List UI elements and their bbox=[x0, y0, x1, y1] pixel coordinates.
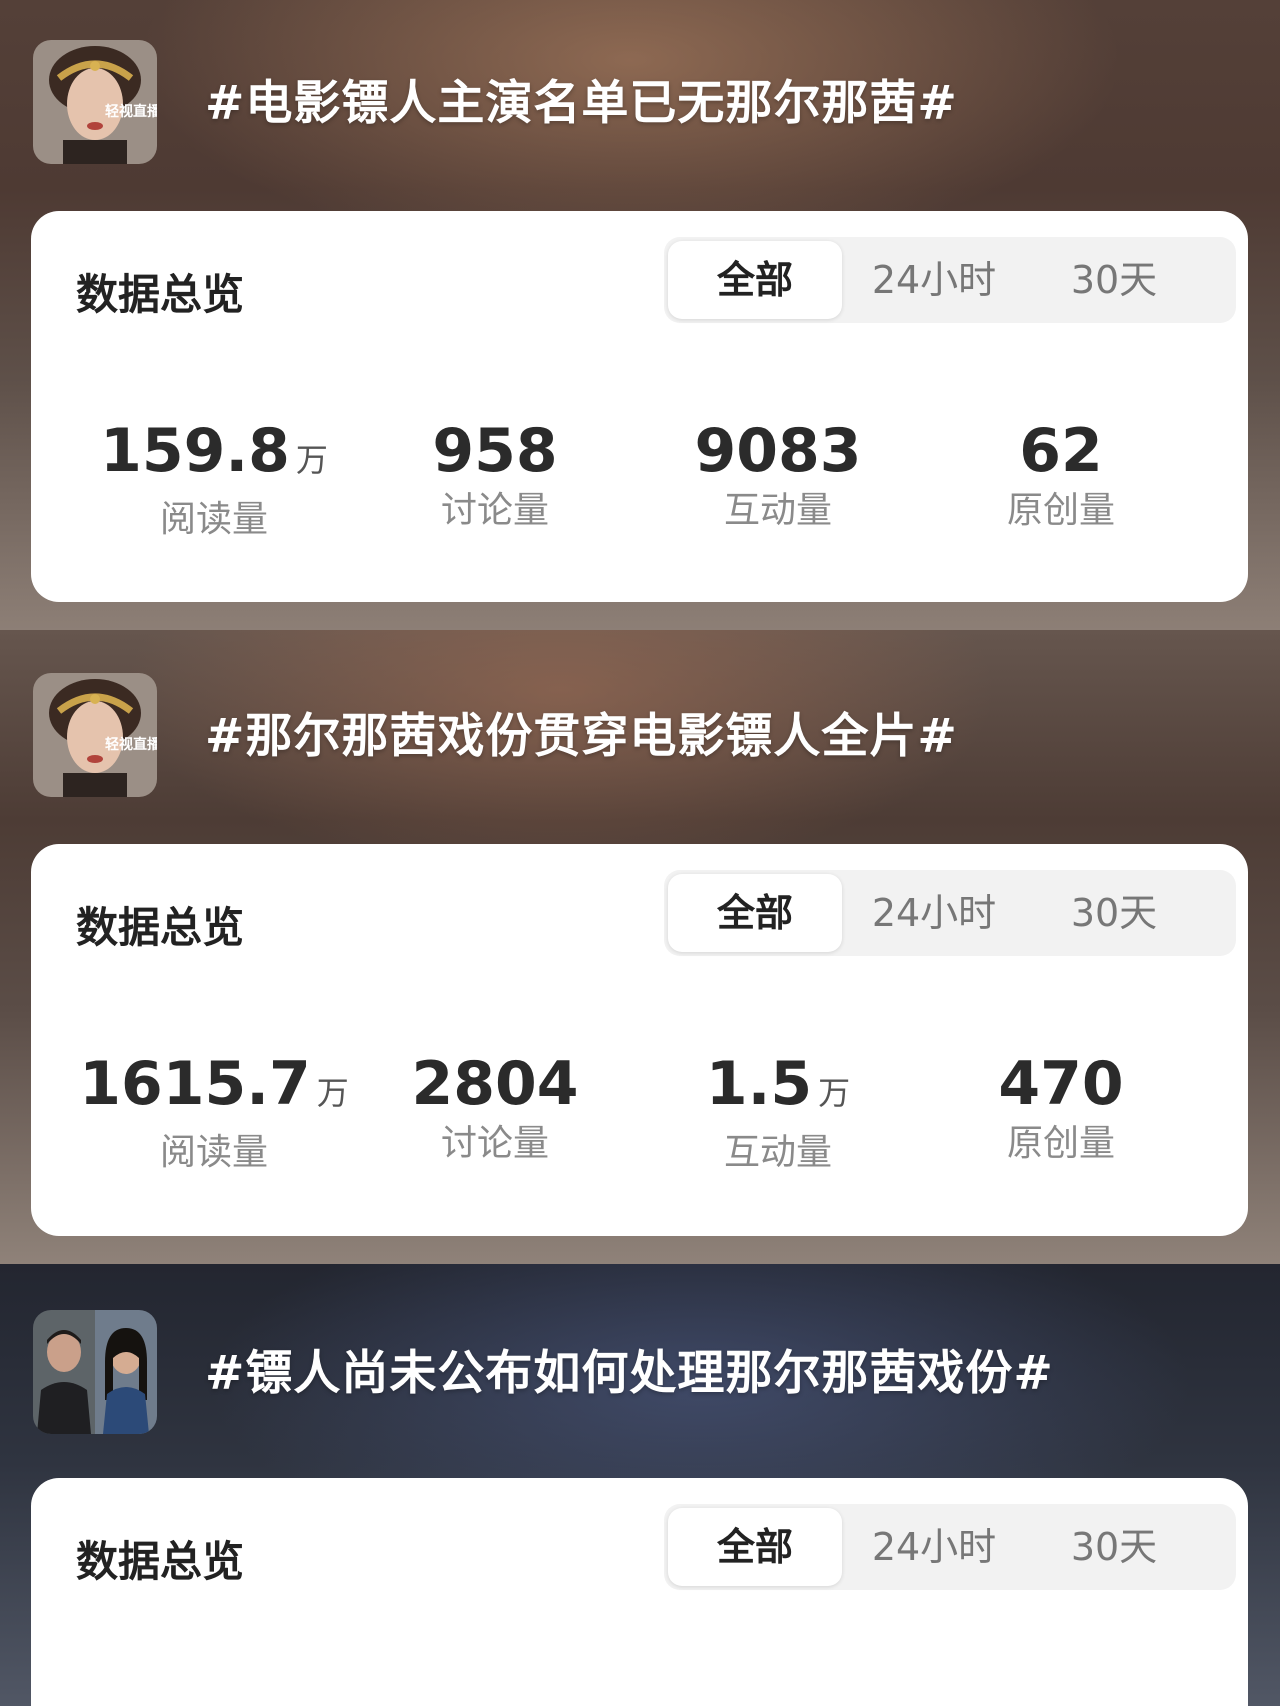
topic-section-2: 轻视直播 #那尔那茜戏份贯穿电影镖人全片# 数据总览 全部 24小时 30天 1… bbox=[0, 630, 1280, 1264]
data-overview-card: 数据总览 全部 24小时 30天 1615.7 万 阅读量 2804 讨论量 1.… bbox=[31, 844, 1248, 1236]
stat-discussions: 2804 讨论量 bbox=[355, 1049, 635, 1169]
tab-24h[interactable]: 24小时 bbox=[844, 241, 1024, 319]
stat-unit: 万 bbox=[818, 1074, 851, 1112]
stat-label: 互动量 bbox=[723, 1132, 832, 1173]
stat-value: 62 bbox=[1019, 416, 1103, 486]
avatar-image: 轻视直播 bbox=[33, 673, 157, 797]
tab-30d[interactable]: 30天 bbox=[1024, 874, 1204, 952]
avatar-image bbox=[33, 1310, 157, 1434]
stat-label: 讨论量 bbox=[440, 1123, 549, 1164]
stat-value: 2804 bbox=[411, 1049, 579, 1119]
stat-unit: 万 bbox=[295, 441, 328, 479]
tab-24h[interactable]: 24小时 bbox=[844, 874, 1024, 952]
avatar-image: 轻视直播 bbox=[33, 40, 157, 164]
stat-value: 159.8 bbox=[100, 416, 290, 486]
card-title: 数据总览 bbox=[76, 903, 245, 952]
topic-avatar[interactable]: 轻视直播 bbox=[33, 673, 157, 797]
stat-originals: 62 原创量 bbox=[921, 416, 1201, 536]
stat-reads: 1615.7 万 阅读量 bbox=[74, 1049, 354, 1178]
stat-label: 阅读量 bbox=[159, 1132, 268, 1173]
stat-originals: 470 原创量 bbox=[921, 1049, 1201, 1169]
time-range-tabs: 全部 24小时 30天 bbox=[664, 237, 1236, 323]
stat-label: 原创量 bbox=[1006, 490, 1115, 531]
stat-unit: 万 bbox=[316, 1074, 349, 1112]
stat-discussions: 958 讨论量 bbox=[355, 416, 635, 536]
stat-reads: 159.8 万 阅读量 bbox=[74, 416, 354, 545]
topic-title[interactable]: #镖人尚未公布如何处理那尔那茜戏份# bbox=[205, 1334, 1054, 1403]
stat-label: 原创量 bbox=[1006, 1123, 1115, 1164]
card-title: 数据总览 bbox=[76, 1537, 245, 1586]
svg-text:轻视直播: 轻视直播 bbox=[105, 736, 157, 753]
topic-section-1: 轻视直播 #电影镖人主演名单已无那尔那茜# 数据总览 全部 24小时 30天 1… bbox=[0, 0, 1280, 630]
tab-24h[interactable]: 24小时 bbox=[844, 1508, 1024, 1586]
tab-30d[interactable]: 30天 bbox=[1024, 1508, 1204, 1586]
stat-label: 阅读量 bbox=[159, 499, 268, 540]
stat-value: 1.5 bbox=[705, 1049, 813, 1119]
tab-all[interactable]: 全部 bbox=[668, 874, 842, 952]
tab-30d[interactable]: 30天 bbox=[1024, 241, 1204, 319]
stat-label: 互动量 bbox=[723, 490, 832, 531]
data-overview-card: 数据总览 全部 24小时 30天 bbox=[31, 1478, 1248, 1706]
stat-value: 958 bbox=[432, 416, 558, 486]
stat-value: 470 bbox=[998, 1049, 1124, 1119]
stat-interactions: 1.5 万 互动量 bbox=[638, 1049, 918, 1178]
data-overview-card: 数据总览 全部 24小时 30天 159.8 万 阅读量 958 讨论量 9083… bbox=[31, 211, 1248, 602]
stat-interactions: 9083 互动量 bbox=[638, 416, 918, 536]
topic-avatar[interactable] bbox=[33, 1310, 157, 1434]
stat-value: 9083 bbox=[694, 416, 862, 486]
stat-value: 1615.7 bbox=[79, 1049, 311, 1119]
topic-section-3: #镖人尚未公布如何处理那尔那茜戏份# 数据总览 全部 24小时 30天 bbox=[0, 1264, 1280, 1706]
topic-title[interactable]: #那尔那茜戏份贯穿电影镖人全片# bbox=[205, 697, 958, 766]
topic-title[interactable]: #电影镖人主演名单已无那尔那茜# bbox=[205, 64, 958, 133]
time-range-tabs: 全部 24小时 30天 bbox=[664, 870, 1236, 956]
tab-all[interactable]: 全部 bbox=[668, 1508, 842, 1586]
time-range-tabs: 全部 24小时 30天 bbox=[664, 1504, 1236, 1590]
tab-all[interactable]: 全部 bbox=[668, 241, 842, 319]
card-title: 数据总览 bbox=[76, 270, 245, 319]
topic-avatar[interactable]: 轻视直播 bbox=[33, 40, 157, 164]
svg-text:轻视直播: 轻视直播 bbox=[105, 103, 157, 120]
stat-label: 讨论量 bbox=[440, 490, 549, 531]
